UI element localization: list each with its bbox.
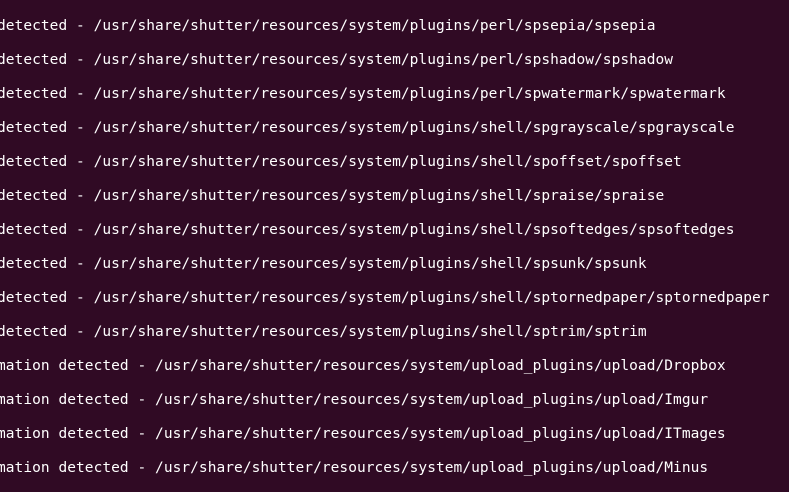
- terminal-line: detected - /usr/share/shutter/resources/…: [0, 86, 726, 102]
- terminal-line: detected - /usr/share/shutter/resources/…: [0, 324, 647, 340]
- terminal-line: mation detected - /usr/share/shutter/res…: [0, 392, 709, 408]
- terminal-output[interactable]: detected - /usr/share/shutter/resources/…: [0, 0, 789, 492]
- terminal-line: detected - /usr/share/shutter/resources/…: [0, 188, 665, 204]
- terminal-line: detected - /usr/share/shutter/resources/…: [0, 120, 735, 136]
- terminal-line: detected - /usr/share/shutter/resources/…: [0, 18, 656, 34]
- terminal-line: detected - /usr/share/shutter/resources/…: [0, 222, 735, 238]
- terminal-line: detected - /usr/share/shutter/resources/…: [0, 154, 682, 170]
- terminal-line: detected - /usr/share/shutter/resources/…: [0, 52, 674, 68]
- terminal-line: mation detected - /usr/share/shutter/res…: [0, 460, 709, 476]
- terminal-line: detected - /usr/share/shutter/resources/…: [0, 256, 647, 272]
- terminal-line: detected - /usr/share/shutter/resources/…: [0, 290, 770, 306]
- terminal-line: mation detected - /usr/share/shutter/res…: [0, 426, 726, 442]
- terminal-line: mation detected - /usr/share/shutter/res…: [0, 358, 726, 374]
